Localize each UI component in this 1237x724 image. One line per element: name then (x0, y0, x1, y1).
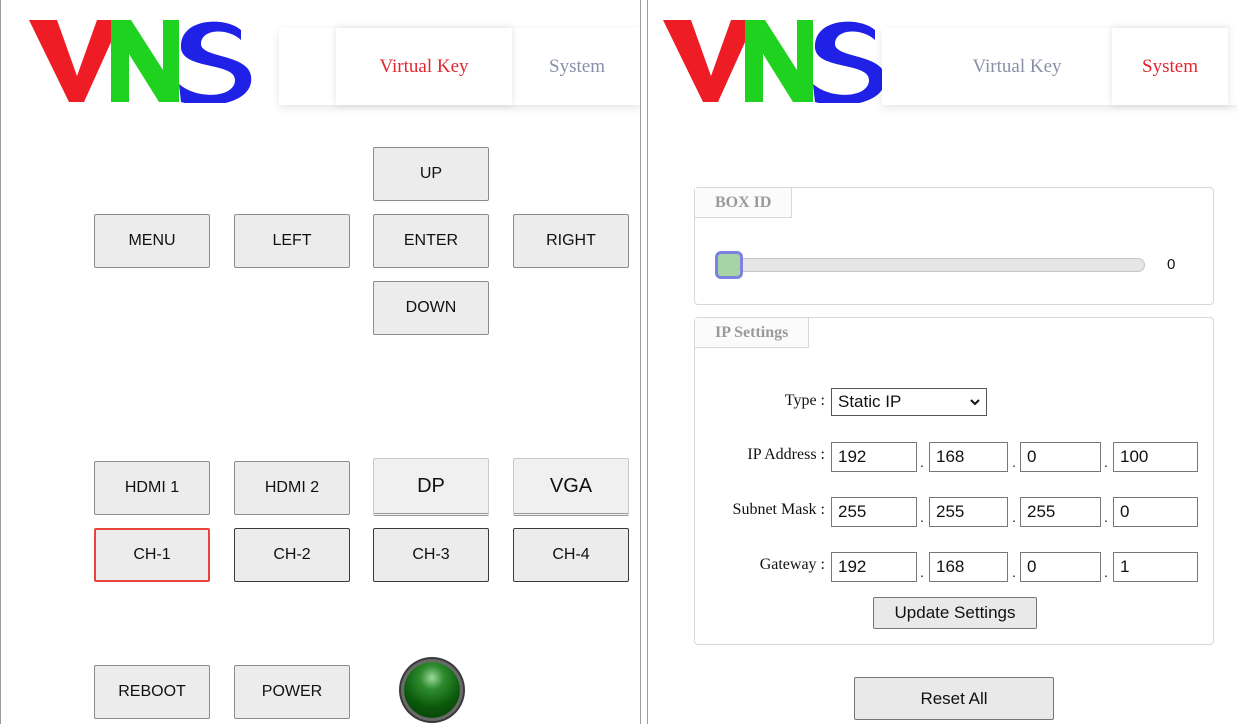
ip-dot: . (920, 454, 924, 470)
top-nav: Virtual Key System (882, 28, 1237, 105)
mask-octet-2[interactable]: 255 (929, 497, 1008, 527)
power-led-icon (404, 662, 460, 718)
hdmi2-button[interactable]: HDMI 2 (234, 461, 350, 515)
tab-virtual-key[interactable]: Virtual Key (336, 28, 512, 105)
hdmi1-button[interactable]: HDMI 1 (94, 461, 210, 515)
mask-octet-4[interactable]: 0 (1113, 497, 1198, 527)
ip-dot: . (920, 564, 924, 580)
power-button[interactable]: POWER (234, 665, 350, 719)
left-button[interactable]: LEFT (234, 214, 350, 268)
up-button[interactable]: UP (373, 147, 489, 201)
ip-settings-group: IP Settings Type : Static IP IP Address … (694, 317, 1214, 645)
ip-octet-3[interactable]: 0 (1020, 442, 1101, 472)
gateway-label: Gateway : (759, 556, 825, 573)
ip-dot: . (1012, 509, 1016, 525)
chevron-down-icon (970, 399, 980, 406)
tab-system[interactable]: System (1112, 28, 1228, 105)
gateway-octet-2[interactable]: 168 (929, 552, 1008, 582)
box-id-value: 0 (1167, 256, 1176, 273)
system-panel: Virtual Key System BOX ID 0 IP Settings … (647, 0, 1237, 724)
box-id-legend: BOX ID (695, 188, 793, 218)
ch1-button[interactable]: CH-1 (94, 528, 210, 582)
ch3-button[interactable]: CH-3 (373, 528, 489, 582)
ip-octet-1[interactable]: 192 (831, 442, 917, 472)
vns-logo (663, 20, 886, 103)
ip-dot: . (1104, 564, 1108, 580)
box-id-group: BOX ID 0 (694, 187, 1214, 305)
type-select-value: Static IP (838, 392, 902, 411)
ip-dot: . (1012, 564, 1016, 580)
reset-all-button[interactable]: Reset All (854, 677, 1054, 720)
ip-dot: . (1104, 509, 1108, 525)
ch4-button[interactable]: CH-4 (513, 528, 629, 582)
right-button[interactable]: RIGHT (513, 214, 629, 268)
ip-settings-legend: IP Settings (695, 318, 810, 348)
menu-button[interactable]: MENU (94, 214, 210, 268)
ch2-button[interactable]: CH-2 (234, 528, 350, 582)
box-id-slider-thumb[interactable] (715, 251, 743, 279)
type-label: Type : (784, 392, 825, 409)
mask-octet-3[interactable]: 255 (1020, 497, 1101, 527)
subnet-mask-label: Subnet Mask : (732, 501, 825, 518)
reboot-button[interactable]: REBOOT (94, 665, 210, 719)
tab-virtual-key[interactable]: Virtual Key (922, 28, 1112, 105)
mask-octet-1[interactable]: 255 (831, 497, 917, 527)
vga-button[interactable]: VGA (513, 458, 629, 516)
dp-button[interactable]: DP (373, 458, 489, 516)
tab-system[interactable]: System (512, 28, 640, 105)
ip-dot: . (1012, 454, 1016, 470)
down-button[interactable]: DOWN (373, 281, 489, 335)
enter-button[interactable]: ENTER (373, 214, 489, 268)
update-settings-button[interactable]: Update Settings (873, 597, 1037, 629)
ip-octet-4[interactable]: 100 (1113, 442, 1198, 472)
gateway-octet-1[interactable]: 192 (831, 552, 917, 582)
ip-dot: . (920, 509, 924, 525)
virtual-key-panel: Virtual Key System UP MENU LEFT ENTER RI… (0, 0, 641, 724)
top-nav: Virtual Key System (279, 28, 640, 105)
gateway-octet-4[interactable]: 1 (1113, 552, 1198, 582)
ip-address-label: IP Address : (747, 446, 825, 463)
box-id-slider-track[interactable] (717, 258, 1145, 272)
type-select[interactable]: Static IP (831, 388, 987, 416)
ip-octet-2[interactable]: 168 (929, 442, 1008, 472)
gateway-octet-3[interactable]: 0 (1020, 552, 1101, 582)
vns-logo (29, 20, 252, 103)
ip-dot: . (1104, 454, 1108, 470)
